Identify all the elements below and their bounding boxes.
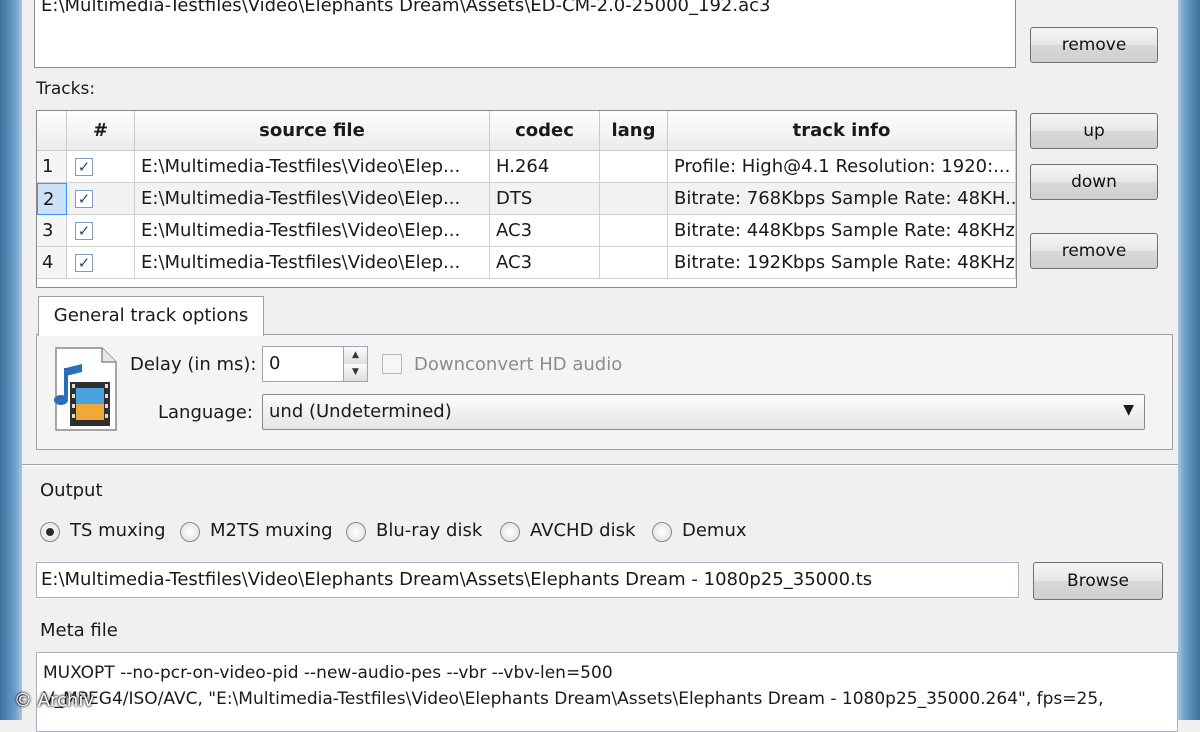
move-track-down-button[interactable]: down bbox=[1030, 164, 1158, 200]
codec-cell[interactable]: H.264 bbox=[490, 151, 600, 183]
track-enable-cell[interactable]: ✓ bbox=[67, 151, 135, 183]
source-file-cell[interactable]: E:\Multimedia-Testfiles\Video\Elep... bbox=[135, 183, 490, 215]
track-enable-cell[interactable]: ✓ bbox=[67, 183, 135, 215]
row-number[interactable]: 2 bbox=[37, 183, 67, 215]
source-file-cell[interactable]: E:\Multimedia-Testfiles\Video\Elep... bbox=[135, 151, 490, 183]
radio-unselected-icon[interactable] bbox=[346, 522, 366, 542]
spin-down-icon[interactable]: ▼ bbox=[343, 364, 367, 381]
row-number-header bbox=[37, 111, 67, 151]
checkbox-check-icon[interactable]: ✓ bbox=[75, 254, 93, 272]
delay-spinbox[interactable]: 0 ▲ ▼ bbox=[262, 346, 368, 382]
row-number[interactable]: 1 bbox=[37, 151, 67, 183]
radio-selected-icon[interactable] bbox=[40, 522, 60, 542]
radio-m2ts-muxing-label[interactable]: M2TS muxing bbox=[210, 520, 333, 541]
source-file-cell[interactable]: E:\Multimedia-Testfiles\Video\Elep... bbox=[135, 247, 490, 279]
track-info-cell[interactable]: Profile: High@4.1 Resolution: 1920:... bbox=[668, 151, 1016, 183]
radio-unselected-icon[interactable] bbox=[652, 522, 672, 542]
copyright-watermark: © Archiv bbox=[14, 690, 94, 711]
codec-cell[interactable]: AC3 bbox=[490, 247, 600, 279]
remove-track-button[interactable]: remove bbox=[1030, 233, 1158, 269]
checkbox-check-icon[interactable]: ✓ bbox=[75, 190, 93, 208]
section-divider bbox=[22, 464, 1178, 466]
chevron-down-icon[interactable]: ▼ bbox=[1123, 402, 1134, 418]
language-value: und (Undetermined) bbox=[269, 401, 452, 422]
lang-cell[interactable] bbox=[600, 151, 668, 183]
output-file-input[interactable]: E:\Multimedia-Testfiles\Video\Elephants … bbox=[36, 562, 1019, 598]
track-info-cell[interactable]: Bitrate: 448Kbps Sample Rate: 48KHz... bbox=[668, 215, 1016, 247]
output-section-label: Output bbox=[40, 480, 103, 501]
meta-file-section-label: Meta file bbox=[40, 620, 118, 641]
remove-input-file-button[interactable]: remove bbox=[1030, 27, 1158, 63]
track-row-4[interactable]: 4 ✓ E:\Multimedia-Testfiles\Video\Elep..… bbox=[37, 247, 1016, 279]
track-enable-cell[interactable]: ✓ bbox=[67, 215, 135, 247]
checkbox-check-icon[interactable]: ✓ bbox=[75, 222, 93, 240]
radio-unselected-icon[interactable] bbox=[500, 522, 520, 542]
radio-bluray-disk-label[interactable]: Blu-ray disk bbox=[376, 520, 482, 541]
track-info-cell[interactable]: Bitrate: 768Kbps Sample Rate: 48KH... bbox=[668, 183, 1016, 215]
lang-cell[interactable] bbox=[600, 183, 668, 215]
track-enable-cell[interactable]: ✓ bbox=[67, 247, 135, 279]
delay-label: Delay (in ms): bbox=[130, 354, 257, 375]
browse-button[interactable]: Browse bbox=[1033, 562, 1163, 600]
column-header-lang[interactable]: lang bbox=[600, 111, 668, 151]
radio-ts-muxing-label[interactable]: TS muxing bbox=[70, 520, 166, 541]
row-number[interactable]: 4 bbox=[37, 247, 67, 279]
track-row-3[interactable]: 3 ✓ E:\Multimedia-Testfiles\Video\Elep..… bbox=[37, 215, 1016, 247]
downconvert-hd-audio-checkbox[interactable] bbox=[382, 354, 402, 374]
radio-avchd-disk-label[interactable]: AVCHD disk bbox=[530, 520, 635, 541]
track-info-cell[interactable]: Bitrate: 192Kbps Sample Rate: 48KHz... bbox=[668, 247, 1016, 279]
source-file-cell[interactable]: E:\Multimedia-Testfiles\Video\Elep... bbox=[135, 215, 490, 247]
spin-up-icon[interactable]: ▲ bbox=[343, 347, 367, 364]
language-label: Language: bbox=[158, 402, 253, 423]
tracks-table[interactable]: # source file codec lang track info 1 ✓ … bbox=[36, 110, 1017, 288]
window-client-area: E:\Multimedia-Testfiles\Video\Elephants … bbox=[22, 0, 1178, 732]
delay-value[interactable]: 0 bbox=[269, 353, 280, 374]
codec-cell[interactable]: AC3 bbox=[490, 215, 600, 247]
input-file-item[interactable]: E:\Multimedia-Testfiles\Video\Elephants … bbox=[41, 0, 770, 16]
radio-demux-label[interactable]: Demux bbox=[682, 520, 747, 541]
input-files-list[interactable]: E:\Multimedia-Testfiles\Video\Elephants … bbox=[34, 0, 1016, 68]
tab-general-track-options[interactable]: General track options bbox=[38, 296, 264, 336]
downconvert-hd-audio-label: Downconvert HD audio bbox=[414, 354, 623, 375]
output-file-path[interactable]: E:\Multimedia-Testfiles\Video\Elephants … bbox=[41, 569, 872, 590]
window-frame-left bbox=[0, 0, 22, 720]
radio-unselected-icon[interactable] bbox=[180, 522, 200, 542]
window-frame-right bbox=[1178, 0, 1200, 720]
meta-line-1: MUXOPT --no-pcr-on-video-pid --new-audio… bbox=[43, 663, 613, 683]
column-header-source-file[interactable]: source file bbox=[135, 111, 490, 151]
move-track-up-button[interactable]: up bbox=[1030, 113, 1158, 149]
lang-cell[interactable] bbox=[600, 247, 668, 279]
checkbox-check-icon[interactable]: ✓ bbox=[75, 158, 93, 176]
language-select[interactable]: und (Undetermined) ▼ bbox=[262, 394, 1145, 430]
codec-cell[interactable]: DTS bbox=[490, 183, 600, 215]
track-options-panel bbox=[36, 334, 1173, 450]
row-number[interactable]: 3 bbox=[37, 215, 67, 247]
column-header-codec[interactable]: codec bbox=[490, 111, 600, 151]
column-header-track-info[interactable]: track info bbox=[668, 111, 1016, 151]
track-row-1[interactable]: 1 ✓ E:\Multimedia-Testfiles\Video\Elep..… bbox=[37, 151, 1016, 183]
column-header-number[interactable]: # bbox=[67, 111, 135, 151]
meta-file-textarea[interactable]: MUXOPT --no-pcr-on-video-pid --new-audio… bbox=[36, 652, 1178, 732]
meta-line-2: V_MPEG4/ISO/AVC, "E:\Multimedia-Testfile… bbox=[43, 689, 1104, 709]
media-file-icon bbox=[54, 347, 117, 431]
tracks-label: Tracks: bbox=[36, 79, 96, 99]
lang-cell[interactable] bbox=[600, 215, 668, 247]
track-row-2[interactable]: 2 ✓ E:\Multimedia-Testfiles\Video\Elep..… bbox=[37, 183, 1016, 215]
